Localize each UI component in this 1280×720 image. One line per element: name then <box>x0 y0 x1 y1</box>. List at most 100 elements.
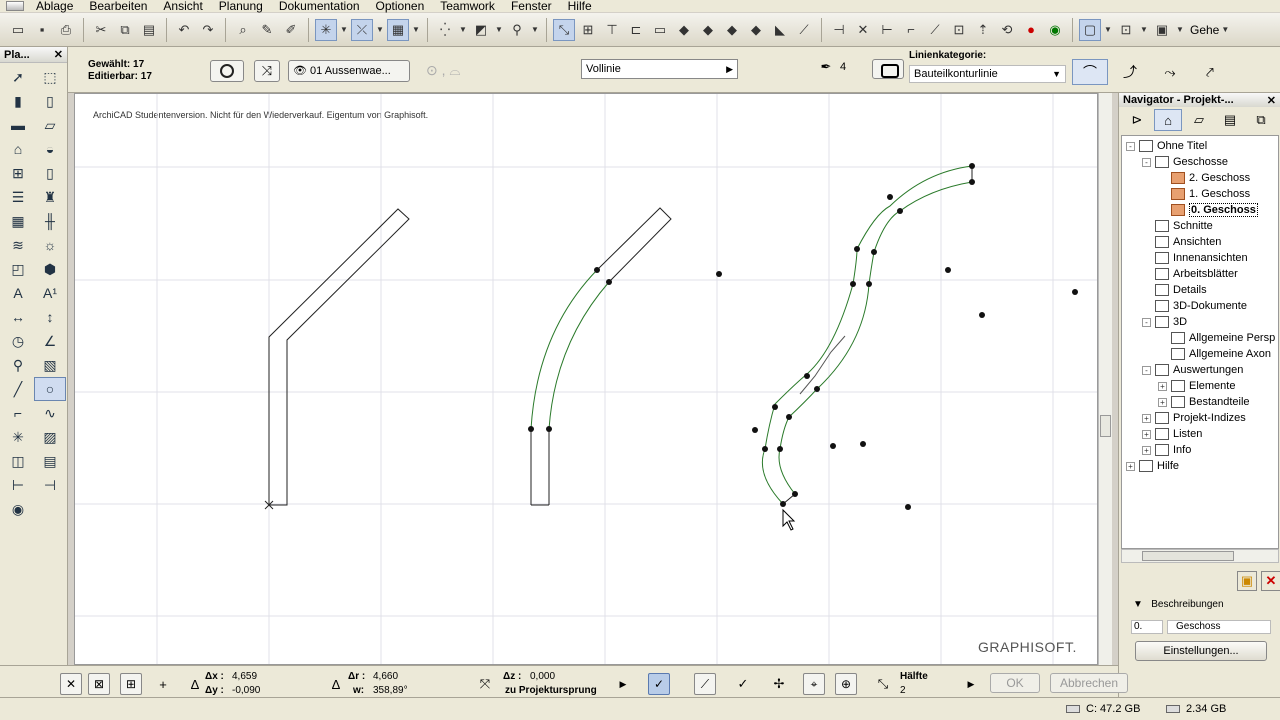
shape-b-icon[interactable]: ◆ <box>697 19 719 41</box>
intersect-icon[interactable]: ✕ <box>852 19 874 41</box>
save-icon[interactable]: ▪ <box>31 19 53 41</box>
collapse-icon[interactable]: - <box>1142 317 1151 327</box>
pen-color-button[interactable] <box>872 59 904 79</box>
tree-item[interactable]: 3D-Dokumente <box>1142 298 1247 314</box>
expand-icon[interactable]: + <box>1158 381 1167 391</box>
magic-wand-icon[interactable]: ✓ <box>648 673 670 695</box>
settings-button[interactable]: Einstellungen... <box>1135 641 1267 661</box>
new-file-icon[interactable]: ▭ <box>7 19 29 41</box>
syringe-icon[interactable]: ✐ <box>280 19 302 41</box>
expand-icon[interactable]: + <box>1142 445 1151 455</box>
detail-icon[interactable]: ◫ <box>2 449 34 473</box>
tree-item[interactable]: Details <box>1142 282 1207 298</box>
grid-snap-icon[interactable]: ⊞ <box>120 673 142 695</box>
tree-item[interactable]: - 3D <box>1142 314 1187 330</box>
delete-icon[interactable]: ✕ <box>1261 571 1280 591</box>
half-value[interactable]: 2 <box>900 685 906 696</box>
tree-item[interactable]: Ansichten <box>1142 234 1221 250</box>
wall-icon[interactable]: ▮ <box>2 89 34 113</box>
plus-icon[interactable]: + <box>152 673 174 695</box>
morph-icon[interactable]: ⬢ <box>34 257 66 281</box>
dx-value[interactable]: 4,659 <box>232 671 257 682</box>
menu-hilfe[interactable]: Hilfe <box>560 0 600 12</box>
roof-icon[interactable]: ⌂ <box>2 137 34 161</box>
line-category-select[interactable]: Bauteilkonturlinie ▼ <box>909 65 1066 83</box>
chevron-down-icon[interactable]: ▼ <box>530 19 540 41</box>
expand-icon[interactable]: + <box>1142 413 1151 423</box>
chevron-down-icon[interactable]: ▼ <box>411 19 421 41</box>
project-map-icon[interactable]: ⌂ <box>1154 109 1182 131</box>
line-icon[interactable]: ╱ <box>2 377 34 401</box>
elevation-icon[interactable]: ⊣ <box>34 473 66 497</box>
redo-icon[interactable]: ↷ <box>197 19 219 41</box>
story-number[interactable]: 0. <box>1131 620 1163 634</box>
menu-fenster[interactable]: Fenster <box>503 0 560 12</box>
measure-icon[interactable]: ⟋ <box>694 673 716 695</box>
color-icon[interactable]: ● <box>1020 19 1042 41</box>
layer-settings-icon[interactable]: ⤨ <box>254 60 280 82</box>
tree-item[interactable]: + Info <box>1142 442 1191 458</box>
chevron-right-icon[interactable]: ▶ <box>960 673 982 695</box>
scrollbar-thumb[interactable] <box>1100 415 1111 437</box>
shell-icon[interactable]: ◒ <box>34 137 66 161</box>
guide-icon[interactable]: ⤫ <box>351 18 373 41</box>
tree-item[interactable]: + Bestandteile <box>1158 394 1250 410</box>
collapse-icon[interactable]: - <box>1142 365 1151 375</box>
tree-item[interactable]: + Projekt-Indizes <box>1142 410 1246 426</box>
drawing-svg[interactable] <box>75 94 1098 665</box>
shape-a-icon[interactable]: ◆ <box>673 19 695 41</box>
tree-item[interactable]: - Auswertungen <box>1142 362 1243 378</box>
fill-icon[interactable]: ▧ <box>34 353 66 377</box>
chevron-down-icon[interactable]: ▼ <box>458 19 468 41</box>
level-dimension-icon[interactable]: ↕ <box>34 305 66 329</box>
dz-value[interactable]: 0,000 <box>530 671 555 682</box>
object-icon[interactable]: ♜ <box>34 185 66 209</box>
spot-icon[interactable]: ⚲ <box>2 353 34 377</box>
trim-icon[interactable]: ⊢ <box>876 19 898 41</box>
align-icon[interactable]: ⊤ <box>601 19 623 41</box>
layout-book-icon[interactable]: ▤ <box>1216 109 1244 131</box>
rotate-icon[interactable]: ⟲ <box>996 19 1018 41</box>
tree-item[interactable]: Innenansichten <box>1142 250 1248 266</box>
canvas-vertical-scrollbar[interactable] <box>1098 93 1112 665</box>
chevron-down-icon[interactable]: ▼ <box>1220 19 1230 41</box>
tree-item[interactable]: 0. Geschoss <box>1158 202 1258 218</box>
shape-d-icon[interactable]: ◆ <box>745 19 767 41</box>
trace-icon[interactable]: ⊡ <box>948 19 970 41</box>
menu-teamwork[interactable]: Teamwork <box>432 0 503 12</box>
snap-guides-icon[interactable]: ⊕ <box>835 673 857 695</box>
close-tool-icon[interactable]: ✕ <box>60 673 82 695</box>
paste-icon[interactable]: ▤ <box>138 19 160 41</box>
dr-value[interactable]: 4,660 <box>373 671 398 682</box>
eyedropper-icon[interactable]: ✎ <box>256 19 278 41</box>
pin-icon[interactable]: ⚲ <box>506 19 528 41</box>
arc-center-radius-icon[interactable]: ⌒ <box>1072 59 1108 85</box>
special-snap-icon[interactable]: ⌖ <box>803 673 825 695</box>
arrow-icon[interactable]: ➚ <box>2 65 34 89</box>
table-icon[interactable]: ⊞ <box>577 19 599 41</box>
mesh-icon[interactable]: ≋ <box>2 233 34 257</box>
angle-value[interactable]: 358,89° <box>373 685 408 696</box>
split-icon[interactable]: ⊣ <box>828 19 850 41</box>
shape-c-icon[interactable]: ◆ <box>721 19 743 41</box>
shape-e-icon[interactable]: ◣ <box>769 19 791 41</box>
floor-plan-canvas[interactable]: ArchiCAD Studentenversion. Nicht für den… <box>74 93 1098 665</box>
cancel-button[interactable]: Abbrechen <box>1050 673 1128 693</box>
angle-dimension-icon[interactable]: ∠ <box>34 329 66 353</box>
print-icon[interactable]: ⎙ <box>55 19 77 41</box>
menu-planung[interactable]: Planung <box>211 0 271 12</box>
menu-optionen[interactable]: Optionen <box>368 0 433 12</box>
tree-horizontal-scrollbar[interactable] <box>1121 549 1279 563</box>
collapse-icon[interactable]: - <box>1126 141 1135 151</box>
polyline-icon[interactable]: ⌐ <box>2 401 34 425</box>
camera-icon[interactable]: ◉ <box>2 497 34 521</box>
tree-item[interactable]: Arbeitsblätter <box>1142 266 1238 282</box>
grid-icon[interactable]: ⁛ <box>434 19 456 41</box>
tree-item[interactable]: - Geschosse <box>1142 154 1228 170</box>
chevron-right-icon[interactable]: ▶ <box>612 673 634 695</box>
fillet-icon[interactable]: ⌐ <box>900 19 922 41</box>
menu-ansicht[interactable]: Ansicht <box>155 0 210 12</box>
status-icon[interactable]: ◉ <box>1044 19 1066 41</box>
snap-points-icon[interactable]: ⊠ <box>88 673 110 695</box>
find-icon[interactable]: ⌕ <box>232 19 254 41</box>
